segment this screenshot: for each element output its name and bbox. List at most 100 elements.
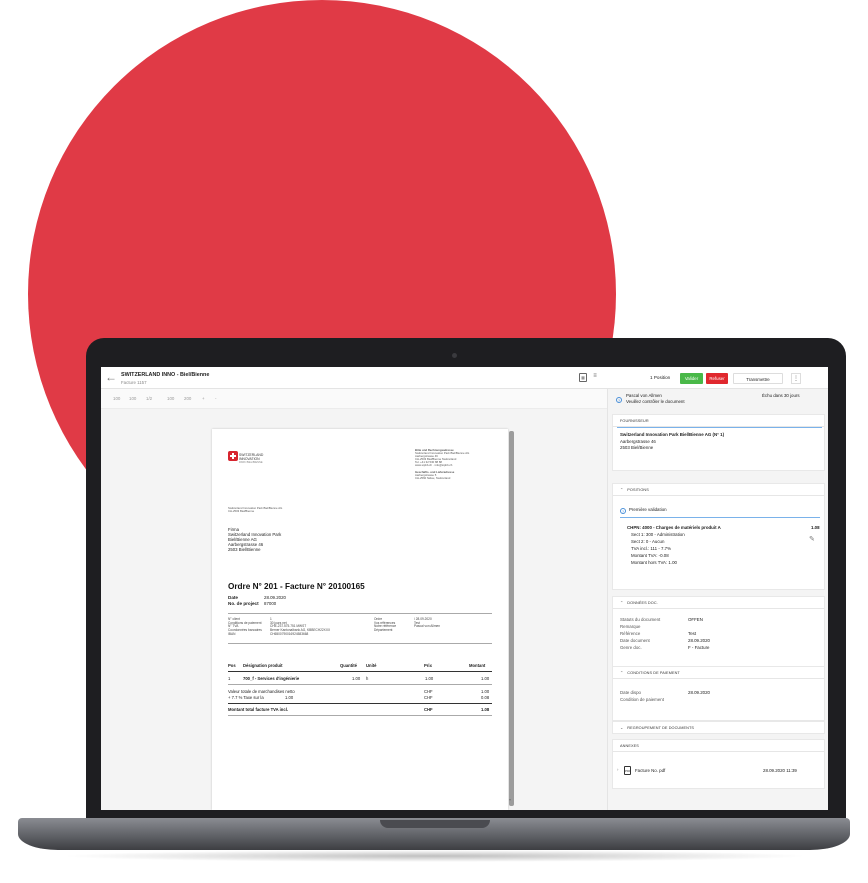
annexes-section: ANNEXES › PDF Facture No. pdf 28.09.2020… bbox=[612, 739, 825, 789]
position-line: Montant hors TVA: 1.00 bbox=[631, 560, 677, 565]
divider bbox=[228, 715, 492, 716]
zoom-fit-width[interactable]: 100 bbox=[113, 396, 120, 401]
order-title: Ordre N° 201 - Facture N° 20100165 bbox=[228, 582, 365, 591]
chevron-up-icon: ⌃ bbox=[620, 601, 624, 605]
supplier-city: 2503 Biel/Bienne bbox=[620, 445, 654, 450]
doc-label: Statuts du document bbox=[620, 617, 661, 622]
col-amount: Montant bbox=[469, 663, 486, 668]
window-title: SWITZERLAND INNO - Biel/Bienne bbox=[121, 372, 210, 378]
laptop-notch bbox=[380, 820, 490, 828]
validate-button[interactable]: Valider bbox=[680, 373, 703, 384]
total-currency: CHF bbox=[424, 707, 433, 712]
laptop-shadow bbox=[60, 850, 810, 862]
position-line: Sect 1: 300 - Administration bbox=[631, 532, 685, 537]
doc-status-value: OFFEN bbox=[688, 617, 703, 622]
transmit-button[interactable]: Transmettre bbox=[733, 373, 783, 384]
zoom-100[interactable]: 100 bbox=[167, 396, 174, 401]
pay-date-value: 28.09.2020 bbox=[688, 690, 710, 695]
swiss-cross-logo-icon bbox=[228, 451, 238, 461]
row-unit: h bbox=[366, 676, 369, 681]
window-subtitle: Facture 1157 bbox=[121, 380, 147, 385]
list-view-icon[interactable]: ≡ bbox=[591, 373, 599, 382]
header-address-block: Bitte und Rechnungsadresse Switzerland I… bbox=[415, 448, 470, 480]
doc-label: Remarque bbox=[620, 624, 641, 629]
supplier-name[interactable]: Switzerland Innovation Park Biel/Bienne … bbox=[620, 432, 724, 438]
right-panel: ? Pascal von Allmen Veuillez contrôler l… bbox=[607, 389, 828, 810]
recipient-address: Firma Switzerland Innovation Park Biel/B… bbox=[228, 527, 282, 552]
net-amount: 1.00 bbox=[481, 689, 490, 694]
row-pos: 1 bbox=[228, 676, 231, 681]
total-label: Montant total facture TVA incl. bbox=[228, 707, 289, 712]
positions-section: ⌃ POSITIONS ? Première validation CHPN: 4… bbox=[612, 483, 825, 590]
pdf-view-icon[interactable]: ▦ bbox=[579, 373, 587, 382]
col-designation: Désignation produit bbox=[243, 663, 283, 668]
zoom-half[interactable]: 1/2 bbox=[146, 396, 152, 401]
doc-date-value: 28.09.2020 bbox=[688, 638, 710, 643]
project-value: 87000 bbox=[264, 601, 277, 606]
document-viewer: SWITZERLAND INNOVATION PARK BIEL/BIENNE … bbox=[101, 409, 607, 810]
positions-header[interactable]: ⌃ POSITIONS bbox=[613, 484, 824, 496]
accent-line bbox=[617, 427, 822, 428]
instruction: Veuillez contrôler le document bbox=[626, 399, 685, 404]
chevron-right-icon[interactable]: › bbox=[617, 767, 618, 773]
meta-left-values: 1 30 jours net CHE-237.575.751 MWST Bern… bbox=[270, 617, 331, 636]
scrollbar-thumb[interactable] bbox=[509, 431, 514, 806]
sender-line: Switzerland Innovation Park Biel/Bienne … bbox=[228, 506, 283, 514]
annex-file-name[interactable]: Facture No. pdf bbox=[635, 768, 665, 774]
pdf-file-icon: PDF bbox=[624, 766, 631, 775]
divider bbox=[228, 643, 492, 644]
tax-base: 1.00 bbox=[285, 695, 294, 700]
date-value: 28.09.2020 bbox=[264, 595, 286, 600]
chevron-up-icon: ⌃ bbox=[620, 488, 624, 492]
pay-label: Date dispo bbox=[620, 690, 641, 695]
app-screen: ← SWITZERLAND INNO - Biel/Bienne Facture… bbox=[101, 367, 828, 810]
grouping-section: ⌄ REGROUPEMENT DE DOCUMENTS bbox=[612, 721, 825, 734]
payment-section: ⌃ CONDITIONS DE PAIEMENT Date dispo 28.09… bbox=[612, 666, 825, 721]
grouping-header[interactable]: ⌄ REGROUPEMENT DE DOCUMENTS bbox=[613, 722, 824, 734]
row-designation: 700_f - Services d'ingénierie bbox=[243, 676, 300, 681]
position-amount: 1.08 bbox=[811, 525, 820, 530]
edit-pencil-icon[interactable]: ✎ bbox=[809, 535, 815, 543]
scroll-down-icon[interactable]: ▾ bbox=[509, 797, 511, 802]
back-arrow-icon[interactable]: ← bbox=[105, 370, 117, 384]
row-qty: 1.00 bbox=[352, 676, 361, 681]
camera-dot bbox=[452, 353, 457, 358]
zoom-out-icon[interactable]: - bbox=[215, 396, 216, 401]
help-icon: ? bbox=[620, 508, 626, 514]
refuse-button[interactable]: Refuser bbox=[706, 373, 728, 384]
total-rule bbox=[228, 703, 492, 704]
net-currency: CHF bbox=[424, 689, 433, 694]
row-price: 1.00 bbox=[425, 676, 434, 681]
doc-type-value: F - Facture bbox=[688, 645, 710, 650]
task-card: ? Pascal von Allmen Veuillez contrôler l… bbox=[612, 389, 825, 412]
due-text: Échu dans 30 jours bbox=[762, 393, 800, 398]
doc-data-header[interactable]: ⌃ DONNÉES DOC. bbox=[613, 597, 824, 609]
zoom-fit-page[interactable]: 100 bbox=[129, 396, 136, 401]
net-label: Valeur totale de marchandises netto bbox=[228, 689, 295, 694]
col-qty: Quantité bbox=[340, 663, 357, 668]
position-title[interactable]: CHPN: 4000 - Charges de matériels produi… bbox=[627, 525, 721, 531]
logo-text: SWITZERLAND INNOVATION PARK BIEL/BIENNE bbox=[239, 453, 264, 465]
position-line: TVA incl.: 111 - 7.7% bbox=[631, 546, 672, 551]
annex-date: 28.09.2020 11:39 bbox=[763, 768, 797, 773]
supplier-section: FOURNISSEUR Switzerland Innovation Park … bbox=[612, 414, 825, 471]
payment-header[interactable]: ⌃ CONDITIONS DE PAIEMENT bbox=[613, 667, 824, 679]
row-amount: 1.00 bbox=[481, 676, 490, 681]
doc-label: Référence bbox=[620, 631, 641, 636]
chevron-down-icon: ⌄ bbox=[620, 726, 624, 730]
annexes-header: ANNEXES bbox=[613, 740, 824, 752]
doc-reference-value: Test bbox=[688, 631, 697, 636]
divider bbox=[228, 613, 492, 614]
first-validation: Première validation bbox=[629, 507, 667, 512]
supplier-header: FOURNISSEUR bbox=[613, 415, 824, 427]
col-pos: Pos bbox=[228, 663, 236, 668]
doc-label: Date document bbox=[620, 638, 650, 643]
accent-line bbox=[620, 517, 820, 518]
zoom-200[interactable]: 200 bbox=[184, 396, 191, 401]
col-unit: Unité bbox=[366, 663, 377, 668]
invoice-page: SWITZERLAND INNOVATION PARK BIEL/BIENNE … bbox=[212, 429, 508, 810]
zoom-in-icon[interactable]: + bbox=[202, 396, 205, 401]
more-options-icon[interactable]: ⋮ bbox=[791, 373, 801, 384]
table-header-rule bbox=[228, 671, 492, 672]
meta-right-values: / 28.09.2020 Test Pascal von Allmen bbox=[414, 617, 441, 629]
